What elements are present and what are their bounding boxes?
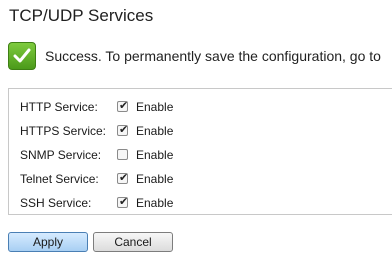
http-enable-label: Enable — [136, 100, 174, 114]
check-icon: ✔ — [119, 172, 129, 184]
telnet-enable-checkbox[interactable]: ✔ — [117, 172, 129, 184]
http-enable-checkbox[interactable]: ✔ — [117, 100, 129, 112]
telnet-enable-label: Enable — [136, 172, 174, 186]
http-service-label: HTTP Service: — [20, 100, 98, 114]
success-check-icon — [8, 42, 36, 70]
page-title: TCP/UDP Services — [9, 6, 154, 25]
snmp-enable-label: Enable — [136, 148, 174, 162]
services-panel: HTTP Service: ✔ Enable HTTPS Service: ✔ … — [8, 88, 392, 215]
telnet-service-label: Telnet Service: — [20, 172, 99, 186]
cancel-button[interactable]: Cancel — [93, 232, 173, 252]
check-icon: ✔ — [119, 124, 129, 136]
page: TCP/UDP Services Success. To permanently… — [0, 0, 392, 257]
success-message: Success. To permanently save the configu… — [45, 48, 381, 64]
ssh-enable-checkbox[interactable]: ✔ — [117, 196, 129, 208]
https-enable-label: Enable — [136, 124, 174, 138]
https-enable-checkbox[interactable]: ✔ — [117, 124, 129, 136]
snmp-service-label: SNMP Service: — [20, 148, 102, 162]
check-icon: ✔ — [119, 196, 129, 208]
snmp-enable-checkbox[interactable] — [117, 149, 128, 160]
check-icon: ✔ — [119, 100, 129, 112]
ssh-service-label: SSH Service: — [20, 196, 92, 210]
https-service-label: HTTPS Service: — [20, 124, 107, 138]
apply-button[interactable]: Apply — [8, 232, 88, 252]
ssh-enable-label: Enable — [136, 196, 174, 210]
